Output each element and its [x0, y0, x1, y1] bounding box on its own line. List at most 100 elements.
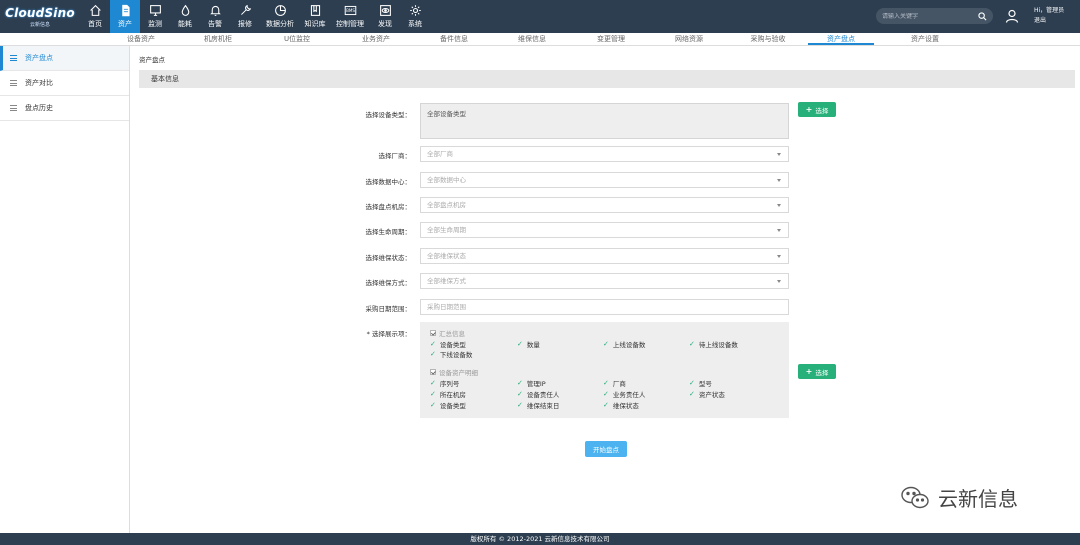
nav-item-knowledge[interactable]: 知识库: [300, 0, 330, 33]
nav-item-discover[interactable]: 发现: [370, 0, 400, 33]
summary-group-checkbox[interactable]: 汇总信息: [430, 328, 465, 338]
tab-room-rack[interactable]: 机房机柜: [185, 33, 251, 45]
sidebar-item-inventory[interactable]: 资产盘点: [0, 46, 129, 71]
detail-item-label: 设备类型: [439, 402, 466, 410]
maintenance-method-value: 全部维保方式: [427, 277, 466, 285]
search-box: [876, 8, 993, 24]
detail-item: ✓ 管理IP: [517, 378, 546, 388]
sidebar-item-label: 资产对比: [25, 79, 53, 87]
summary-group-title: 汇总信息: [439, 330, 465, 338]
nav-item-repair[interactable]: 报修: [230, 0, 260, 33]
summary-item: ✓ 待上线设备数: [689, 339, 738, 349]
summary-item: ✓ 下线设备数: [430, 349, 472, 359]
maintenance-status-select[interactable]: 全部维保状态: [420, 248, 789, 264]
check-icon: ✓: [517, 340, 523, 348]
menu-icon: [10, 105, 17, 111]
detail-item: ✓ 业务责任人: [603, 389, 645, 399]
summary-item-label: 待上线设备数: [698, 341, 738, 349]
bell-icon: [209, 5, 221, 16]
sidebar-item-label: 资产盘点: [25, 54, 53, 62]
purchase-date-input[interactable]: 采购日期范围: [420, 299, 789, 315]
datacenter-select[interactable]: 全部数据中心: [420, 172, 789, 188]
tab-network[interactable]: 网络资源: [656, 33, 722, 45]
user-icon[interactable]: [1005, 9, 1019, 23]
detail-item-label: 维保状态: [612, 402, 639, 410]
check-icon: ✓: [689, 340, 695, 348]
detail-item: ✓ 所在机房: [430, 389, 466, 399]
plus-icon: +: [805, 366, 813, 376]
display-items-box: 汇总信息 ✓ 设备类型 ✓ 数量 ✓ 上线设备数 ✓ 待上线设备数 ✓ 下线设备数 设备资…: [420, 322, 789, 418]
sidebar: 资产盘点 资产对比 盘点历史: [0, 46, 130, 533]
sidebar-item-label: 盘点历史: [25, 104, 53, 112]
nav-label: 系统: [408, 20, 422, 28]
nav-item-home[interactable]: 首页: [80, 0, 110, 33]
choose-button-label: 选择: [815, 106, 829, 115]
detail-item: ✓ 维保结束日: [517, 400, 559, 410]
wrench-icon: [240, 4, 251, 15]
brand-logo[interactable]: CloudSino 云新信息: [0, 0, 80, 33]
sidebar-item-history[interactable]: 盘点历史: [0, 96, 129, 121]
nav-item-assets[interactable]: 资产: [110, 0, 140, 33]
detail-item-label: 维保结束日: [526, 402, 560, 410]
vendor-select-value: 全部厂商: [427, 150, 453, 158]
search-icon[interactable]: [978, 11, 987, 21]
detail-item: ✓ 设备类型: [430, 400, 466, 410]
nav-label: 监测: [148, 20, 162, 28]
sub-nav: 设备资产 机房机柜 U位监控 业务资产 备件信息 维保信息 变更管理 网络资源 …: [0, 33, 1080, 46]
detail-item-label: 资产状态: [698, 391, 725, 399]
checkbox-icon: [430, 369, 436, 375]
search-input[interactable]: [882, 12, 978, 20]
summary-item-label: 数量: [526, 341, 540, 349]
tab-purchase[interactable]: 采购与验收: [735, 33, 801, 45]
device-type-box[interactable]: 全部设备类型: [420, 103, 789, 139]
nav-item-energy[interactable]: 能耗: [170, 0, 200, 33]
datacenter-select-value: 全部数据中心: [427, 176, 466, 184]
maintenance-method-select[interactable]: 全部维保方式: [420, 273, 789, 289]
start-inventory-button[interactable]: 开始盘点: [585, 441, 627, 457]
detail-group-checkbox[interactable]: 设备资产明细: [430, 367, 478, 377]
tab-change-mgmt[interactable]: 变更管理: [578, 33, 644, 45]
tab-asset-inventory[interactable]: 资产盘点: [808, 33, 874, 45]
lifecycle-select-value: 全部生命周期: [427, 226, 466, 234]
check-icon: ✓: [517, 401, 523, 409]
breadcrumb: 资产盘点: [139, 56, 165, 64]
pie-chart-icon: [274, 5, 286, 16]
check-icon: ✓: [430, 379, 436, 387]
logout-link[interactable]: 退出: [1034, 16, 1064, 26]
watermark-text: 云新信息: [938, 487, 1018, 511]
detail-item-label: 设备责任人: [526, 391, 560, 399]
summary-item-label: 上线设备数: [612, 341, 646, 349]
check-icon: ✓: [603, 390, 609, 398]
check-icon: ✓: [603, 340, 609, 348]
detail-item-label: 型号: [698, 380, 712, 388]
nav-item-system[interactable]: 系统: [400, 0, 430, 33]
tab-spare-parts[interactable]: 备件信息: [421, 33, 487, 45]
detail-item: ✓ 维保状态: [603, 400, 639, 410]
nav-label: 数据分析: [266, 20, 294, 28]
nav-item-analysis[interactable]: 数据分析: [260, 0, 300, 33]
main-content: 资产盘点 基本信息 选择设备类型： 全部设备类型 + 选择 选择厂商： 全部厂商 …: [130, 46, 1080, 533]
sidebar-item-compare[interactable]: 资产对比: [0, 71, 129, 96]
nav-item-control[interactable]: BMS 控制管理: [330, 0, 370, 33]
tab-asset-settings[interactable]: 资产设置: [892, 33, 958, 45]
nav-label: 能耗: [178, 20, 192, 28]
detail-item-label: 序列号: [439, 380, 460, 388]
detail-item: ✓ 序列号: [430, 378, 459, 388]
chevron-down-icon: [777, 153, 781, 156]
tab-device-assets[interactable]: 设备资产: [108, 33, 174, 45]
tab-u-monitor[interactable]: U位监控: [264, 33, 330, 45]
detail-group-title: 设备资产明细: [439, 369, 478, 377]
nav-item-alarm[interactable]: 告警: [200, 0, 230, 33]
nav-label: 告警: [208, 20, 222, 28]
choose-display-items-button[interactable]: + 选择: [798, 364, 836, 379]
tab-maintenance[interactable]: 维保信息: [499, 33, 565, 45]
choose-device-type-button[interactable]: + 选择: [798, 102, 836, 117]
tab-business-assets[interactable]: 业务资产: [343, 33, 409, 45]
room-select[interactable]: 全部盘点机房: [420, 197, 789, 213]
check-icon: ✓: [430, 401, 436, 409]
vendor-select[interactable]: 全部厂商: [420, 146, 789, 162]
menu-icon: [10, 55, 17, 61]
lifecycle-select[interactable]: 全部生命周期: [420, 222, 789, 238]
nav-item-monitor[interactable]: 监测: [140, 0, 170, 33]
choose-button-label: 选择: [815, 368, 829, 377]
